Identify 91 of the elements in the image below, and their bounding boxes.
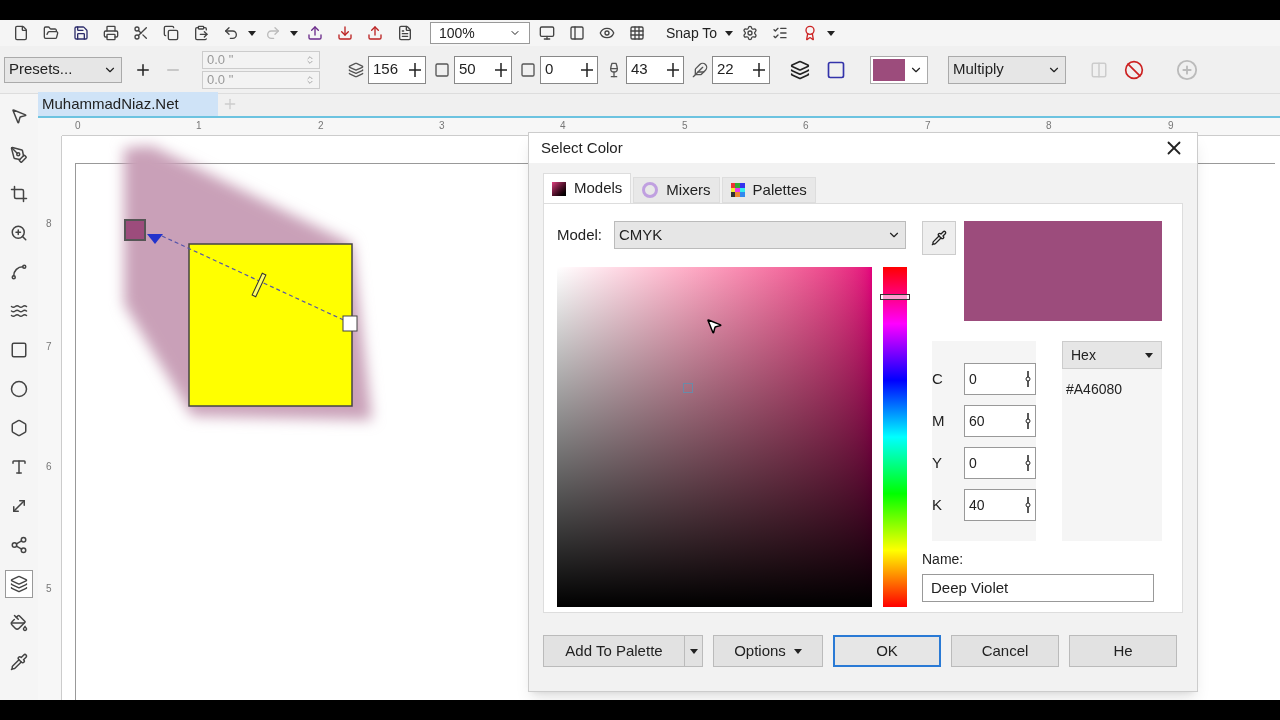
offset-value: 0.0 " [207,70,234,89]
spinner-icon [305,74,315,85]
zoom-select[interactable]: 100% [430,22,530,44]
number-field[interactable]: 0 [540,55,598,84]
model-select[interactable]: CMYK [614,221,907,249]
format-select[interactable]: Hex [1062,341,1162,369]
feather-icon [692,61,708,78]
color-wheel-icon [642,182,659,198]
dialog-tab[interactable]: Mixers [633,177,720,203]
slider-icon [1025,455,1031,471]
component-field[interactable]: 60 [964,405,1036,437]
ruler-label: 0 [75,119,81,133]
number-field[interactable]: 50 [454,55,512,84]
spin-icon [495,62,507,77]
offset-value: 0.0 " [207,50,234,69]
dialog-title: Select Color [541,137,623,158]
slider-icon [1025,497,1031,513]
opacity-icon [348,61,364,78]
add-to-palette-button[interactable]: Add To Palette [543,635,685,667]
spin-icon [753,62,765,77]
ruler-label: 1 [196,119,202,133]
palette-grid-icon [730,183,745,197]
merge-mode-select[interactable]: Multiply [948,55,1066,84]
offset-icon [434,61,450,78]
caret-icon [689,648,698,654]
ruler-label: 8 [1046,119,1052,133]
number-field[interactable]: 156 [368,55,426,84]
ruler-label: 3 [439,119,445,133]
document-tab[interactable]: MuhammadNiaz.Net [38,92,218,116]
ruler-label: 7 [925,119,931,133]
ruler-label: 6 [803,119,809,133]
ok-button[interactable]: OK [833,635,941,667]
options-button[interactable]: Options [713,635,823,667]
slider-icon [1025,413,1031,429]
ruler-label: 8 [46,217,52,231]
spin-icon [581,62,593,77]
number-field[interactable]: 22 [712,55,770,84]
shadow-icon[interactable] [5,570,33,598]
number-field[interactable]: 43 [626,55,684,84]
caret-icon [827,30,836,36]
component-field[interactable]: 0 [964,447,1036,479]
gradient-icon [552,181,566,196]
eyedropper-icon [931,230,947,246]
caret-icon [725,30,734,36]
square-icon [520,61,536,78]
dialog-button[interactable]: Cancel [951,635,1059,667]
snap-to-menu[interactable]: Snap To [666,22,734,44]
component-label: K [932,494,943,515]
shadow-style-icon[interactable] [826,59,846,80]
ruler-label: 6 [46,460,52,474]
ruler-label: 5 [682,119,688,133]
hue-thumb[interactable] [880,293,910,300]
ruler-label: 5 [46,582,52,596]
ruler-label: 7 [46,340,52,354]
color-field[interactable] [557,267,872,607]
picker-marker[interactable] [683,383,693,393]
hue-slider[interactable] [883,267,907,607]
spinner-icon [305,54,315,65]
component-label: C [932,368,944,389]
rectangle-shape[interactable] [188,243,353,407]
cursor-icon [705,317,723,335]
dialog-button[interactable]: He [1069,635,1177,667]
component-field[interactable]: 40 [964,489,1036,521]
clear-icon[interactable] [1124,59,1144,80]
shadow-direction-icon[interactable] [790,59,810,80]
dialog-tab[interactable]: Models [543,173,632,203]
slider-icon [1025,371,1031,387]
hex-value: #A46080 [1065,380,1124,399]
name-label: Name: [922,550,965,569]
spin-icon [667,62,679,77]
shadow-color-handle[interactable] [124,219,146,241]
dropdown-button[interactable] [685,635,703,667]
component-label: M [932,410,946,431]
ruler-label: 4 [560,119,566,133]
component-field[interactable]: 0 [964,363,1036,395]
model-label: Model: [557,224,603,245]
ruler-label: 9 [1168,119,1174,133]
caret-icon [248,30,256,36]
caret-icon [1145,352,1153,358]
eyedropper-button[interactable] [922,221,956,255]
shadow-end-handle[interactable] [342,315,358,332]
dialog-tab[interactable]: Palettes [721,177,816,203]
caret-icon [793,648,802,654]
caret-icon [290,30,298,36]
shadow-start-handle[interactable] [147,234,163,244]
component-label: Y [932,452,943,473]
spin-icon [409,62,421,77]
name-field[interactable]: Deep Violet [922,574,1154,602]
ruler-label: 2 [318,119,324,133]
color-picker[interactable] [870,55,928,84]
presets-select[interactable]: Presets... [4,56,122,83]
